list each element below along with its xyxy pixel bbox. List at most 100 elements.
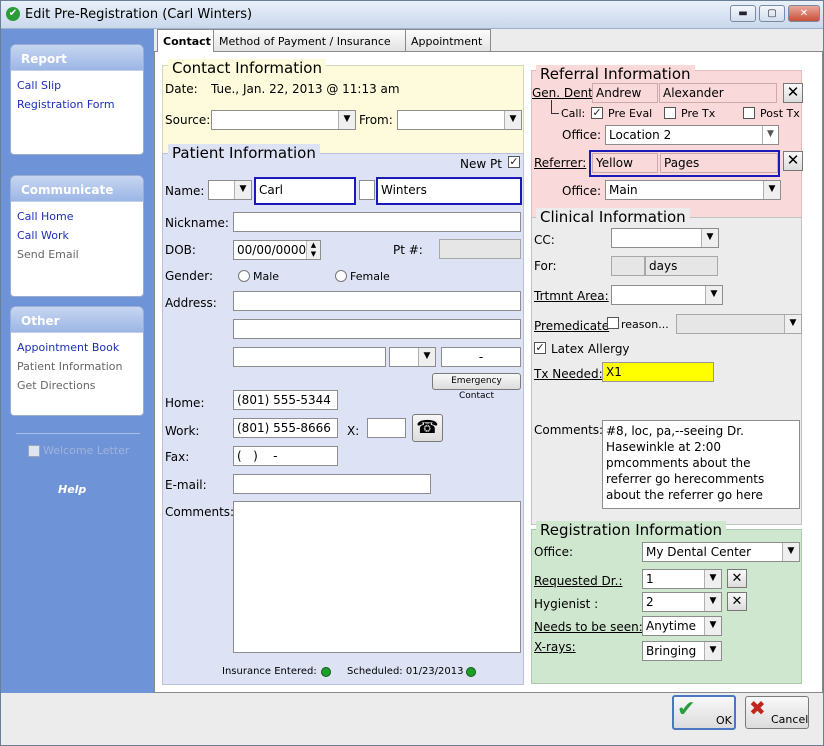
- pre-eval-checkbox[interactable]: ✓: [591, 107, 603, 119]
- tab-contact[interactable]: Contact: [157, 29, 214, 52]
- call-work-link[interactable]: Call Work: [11, 227, 143, 246]
- appointment-book-link[interactable]: Appointment Book: [11, 339, 143, 358]
- ext-input[interactable]: [367, 418, 406, 438]
- chevron-down-icon: ▼: [705, 286, 722, 304]
- title-bar: ✔ Edit Pre-Registration (Carl Winters) ▬…: [1, 1, 823, 29]
- premedicate-checkbox[interactable]: [607, 317, 619, 329]
- maximize-button[interactable]: ▢: [759, 5, 785, 22]
- clinical-title: Clinical Information: [536, 208, 690, 226]
- referral-office1-select[interactable]: Location 2: [605, 125, 779, 145]
- source-select[interactable]: ▼: [211, 110, 356, 130]
- zip-input[interactable]: -: [441, 347, 521, 367]
- chevron-down-icon: ▼: [701, 229, 718, 247]
- post-tx-checkbox[interactable]: [743, 107, 755, 119]
- tx-needed-input[interactable]: X1: [602, 362, 714, 382]
- source-label: Source:: [165, 113, 211, 127]
- ok-label: OK: [716, 714, 732, 727]
- new-pt-checkbox[interactable]: ✓: [508, 156, 520, 168]
- minimize-button[interactable]: ▬: [730, 5, 756, 22]
- male-radio[interactable]: [238, 270, 250, 282]
- referral-title: Referral Information: [536, 65, 695, 83]
- cc-select[interactable]: ▼: [611, 228, 719, 248]
- latex-allergy-checkbox[interactable]: ✓: [534, 342, 546, 354]
- gen-dent-first-input[interactable]: Andrew: [592, 83, 658, 103]
- patient-information-link[interactable]: Patient Information: [11, 358, 143, 377]
- first-name-input[interactable]: Carl: [254, 177, 356, 205]
- emergency-contact-button[interactable]: Emergency Contact: [432, 373, 521, 401]
- registration-form-link[interactable]: Registration Form: [11, 96, 143, 115]
- needs-to-be-seen-select[interactable]: Anytime ▼: [642, 616, 722, 636]
- fax-input[interactable]: ( ) -: [233, 446, 338, 466]
- spinner-icon[interactable]: ▲ ▼: [306, 241, 320, 259]
- help-link[interactable]: Help: [58, 483, 86, 496]
- referrer-last-input[interactable]: Pages: [660, 153, 778, 173]
- date-label: Date:: [165, 82, 198, 96]
- app-check-icon: ✔: [6, 7, 20, 21]
- name-prefix-select[interactable]: ▼: [208, 180, 252, 200]
- report-panel: Report Call Slip Registration Form: [10, 44, 144, 155]
- xrays-select[interactable]: Bringing ▼: [642, 641, 722, 661]
- hygienist-value: 2: [646, 595, 654, 609]
- referral-office2-select[interactable]: Main: [605, 180, 781, 200]
- get-directions-link[interactable]: Get Directions: [11, 377, 143, 396]
- welcome-letter-label: Welcome Letter: [43, 444, 130, 457]
- nickname-input[interactable]: [233, 212, 521, 232]
- send-email-link[interactable]: Send Email: [11, 246, 143, 265]
- tab-method-of-payment[interactable]: Method of Payment / Insurance: [213, 29, 406, 51]
- hygienist-label: Hygienist :: [534, 597, 599, 611]
- clear-gen-dent-icon[interactable]: ✕: [783, 83, 803, 103]
- pt-num-input[interactable]: [439, 239, 521, 259]
- call-home-link[interactable]: Call Home: [11, 208, 143, 227]
- telephone-icon[interactable]: ☎: [412, 414, 443, 442]
- new-pt-label: New Pt: [460, 157, 502, 171]
- reason-select[interactable]: ▼: [676, 314, 802, 334]
- requested-dr-label: Requested Dr.:: [534, 574, 623, 588]
- chevron-down-icon: ▼: [704, 617, 721, 635]
- welcome-letter-checkbox[interactable]: [28, 445, 40, 457]
- dob-input[interactable]: 00/00/0000 ▲ ▼: [233, 240, 321, 260]
- city-input[interactable]: [233, 347, 386, 367]
- referral-office2-label: Office:: [562, 184, 602, 198]
- trtmnt-area-select[interactable]: ▼: [611, 285, 723, 305]
- days-field: days: [645, 256, 718, 276]
- dob-value: 00/00/0000: [237, 243, 307, 257]
- female-radio[interactable]: [335, 270, 347, 282]
- female-label: Female: [350, 270, 390, 283]
- work-phone-input[interactable]: (801) 555-8666: [233, 418, 338, 438]
- reg-office-select[interactable]: My Dental Center ▼: [642, 542, 800, 562]
- communicate-panel: Communicate Call Home Call Work Send Ema…: [10, 175, 144, 297]
- email-input[interactable]: [233, 474, 431, 494]
- requested-dr-select[interactable]: 1 ▼: [642, 569, 722, 589]
- for-input[interactable]: [611, 256, 645, 276]
- clinical-comments-textarea[interactable]: #8, loc, pa,--seeing Dr. Hasewinkle at 2…: [602, 420, 800, 509]
- last-name-input[interactable]: Winters: [376, 177, 522, 205]
- tab-appointment[interactable]: Appointment: [405, 29, 491, 51]
- call-slip-link[interactable]: Call Slip: [11, 77, 143, 96]
- clear-referrer-icon[interactable]: ✕: [783, 151, 803, 171]
- referrer-first-input[interactable]: Yellow: [592, 153, 658, 173]
- close-window-button[interactable]: ✕: [788, 5, 820, 22]
- address-line2-input[interactable]: [233, 319, 521, 339]
- chevron-down-icon: ▼: [234, 181, 251, 199]
- chevron-down-icon: ▼: [704, 593, 721, 611]
- gen-dent-last-input[interactable]: Alexander: [659, 83, 777, 103]
- for-label: For:: [534, 259, 557, 273]
- pre-tx-checkbox[interactable]: [664, 107, 676, 119]
- home-phone-input[interactable]: (801) 555-5344: [233, 390, 338, 410]
- insurance-entered-label: Insurance Entered:: [222, 666, 317, 677]
- cancel-x-icon: ✖: [749, 696, 766, 720]
- hygienist-select[interactable]: 2 ▼: [642, 592, 722, 612]
- gen-dent-label: Gen. Dent:: [532, 86, 597, 100]
- cancel-button[interactable]: ✖ Cancel: [745, 696, 809, 729]
- patient-comments-textarea[interactable]: [233, 501, 521, 653]
- clear-requested-dr-icon[interactable]: ✕: [727, 569, 747, 588]
- from-select[interactable]: ▼: [397, 110, 522, 130]
- clear-hygienist-icon[interactable]: ✕: [727, 592, 747, 611]
- ok-button[interactable]: ✔ OK: [672, 695, 736, 730]
- work-label: Work:: [165, 424, 200, 438]
- state-select[interactable]: ▼: [389, 347, 436, 367]
- middle-initial-input[interactable]: [359, 180, 375, 200]
- insurance-status-dot: [321, 667, 331, 677]
- address-line1-input[interactable]: [233, 291, 521, 311]
- pre-eval-label: Pre Eval: [608, 107, 653, 120]
